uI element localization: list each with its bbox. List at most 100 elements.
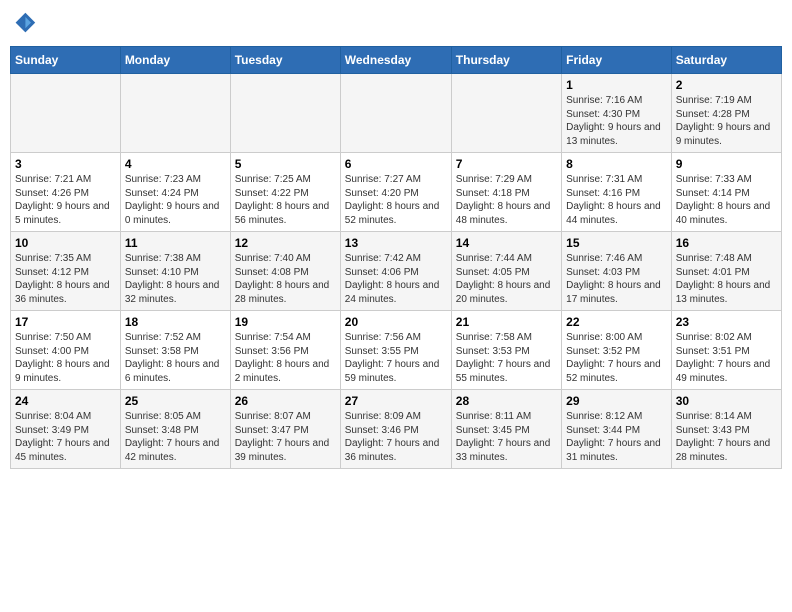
day-number: 18	[125, 315, 226, 329]
day-number: 20	[345, 315, 447, 329]
weekday-header-monday: Monday	[120, 47, 230, 74]
calendar-table: SundayMondayTuesdayWednesdayThursdayFrid…	[10, 46, 782, 469]
day-info: Sunrise: 8:09 AM Sunset: 3:46 PM Dayligh…	[345, 410, 447, 464]
calendar-cell: 30Sunrise: 8:14 AM Sunset: 3:43 PM Dayli…	[671, 390, 781, 469]
calendar-cell: 18 Sunrise: 7:52 AM Sunset: 3:58 PM Dayli…	[120, 311, 230, 390]
calendar-cell: 1 Sunrise: 7:16 AM Sunset: 4:30 PM Daylig…	[562, 74, 672, 153]
day-number: 3	[15, 157, 116, 171]
logo	[10, 10, 42, 38]
calendar-cell: 29 Sunrise: 8:12 AM Sunset: 3:44 PM Dayli…	[562, 390, 672, 469]
week-row-3: 10 Sunrise: 7:35 AM Sunset: 4:12 PM Dayli…	[11, 232, 782, 311]
day-info: Sunrise: 7:16 AM Sunset: 4:30 PM Dayligh…	[566, 94, 667, 148]
day-number: 14	[456, 236, 557, 250]
day-number: 13	[345, 236, 447, 250]
day-number: 28	[456, 394, 557, 408]
day-number: 7	[456, 157, 557, 171]
week-row-2: 3 Sunrise: 7:21 AM Sunset: 4:26 PM Daylig…	[11, 153, 782, 232]
day-number: 4	[125, 157, 226, 171]
day-info: Sunrise: 7:21 AM Sunset: 4:26 PM Dayligh…	[15, 173, 116, 227]
day-number: 5	[235, 157, 336, 171]
calendar-cell	[11, 74, 121, 153]
calendar-cell: 2 Sunrise: 7:19 AM Sunset: 4:28 PM Daylig…	[671, 74, 781, 153]
day-number: 27	[345, 394, 447, 408]
day-number: 22	[566, 315, 667, 329]
calendar-cell: 4Sunrise: 7:23 AM Sunset: 4:24 PM Daylig…	[120, 153, 230, 232]
weekday-header-sunday: Sunday	[11, 47, 121, 74]
day-number: 21	[456, 315, 557, 329]
day-number: 19	[235, 315, 336, 329]
day-info: Sunrise: 8:12 AM Sunset: 3:44 PM Dayligh…	[566, 410, 667, 464]
day-number: 12	[235, 236, 336, 250]
calendar-cell: 26 Sunrise: 8:07 AM Sunset: 3:47 PM Dayli…	[230, 390, 340, 469]
day-info: Sunrise: 8:00 AM Sunset: 3:52 PM Dayligh…	[566, 331, 667, 385]
day-number: 6	[345, 157, 447, 171]
calendar-cell: 14 Sunrise: 7:44 AM Sunset: 4:05 PM Dayli…	[451, 232, 561, 311]
day-info: Sunrise: 7:29 AM Sunset: 4:18 PM Dayligh…	[456, 173, 557, 227]
calendar-cell: 25 Sunrise: 8:05 AM Sunset: 3:48 PM Dayli…	[120, 390, 230, 469]
day-info: Sunrise: 8:07 AM Sunset: 3:47 PM Dayligh…	[235, 410, 336, 464]
day-number: 26	[235, 394, 336, 408]
day-info: Sunrise: 7:42 AM Sunset: 4:06 PM Dayligh…	[345, 252, 447, 306]
page-header	[10, 10, 782, 38]
day-number: 11	[125, 236, 226, 250]
calendar-cell: 8 Sunrise: 7:31 AM Sunset: 4:16 PM Daylig…	[562, 153, 672, 232]
weekday-header-thursday: Thursday	[451, 47, 561, 74]
calendar-cell: 19 Sunrise: 7:54 AM Sunset: 3:56 PM Dayli…	[230, 311, 340, 390]
day-info: Sunrise: 7:48 AM Sunset: 4:01 PM Dayligh…	[676, 252, 777, 306]
day-info: Sunrise: 7:46 AM Sunset: 4:03 PM Dayligh…	[566, 252, 667, 306]
calendar-cell: 28 Sunrise: 8:11 AM Sunset: 3:45 PM Dayli…	[451, 390, 561, 469]
day-info: Sunrise: 7:19 AM Sunset: 4:28 PM Dayligh…	[676, 94, 777, 148]
calendar-cell: 22 Sunrise: 8:00 AM Sunset: 3:52 PM Dayli…	[562, 311, 672, 390]
week-row-4: 17 Sunrise: 7:50 AM Sunset: 4:00 PM Dayli…	[11, 311, 782, 390]
calendar-cell: 20Sunrise: 7:56 AM Sunset: 3:55 PM Dayli…	[340, 311, 451, 390]
calendar-cell: 24Sunrise: 8:04 AM Sunset: 3:49 PM Dayli…	[11, 390, 121, 469]
day-info: Sunrise: 7:25 AM Sunset: 4:22 PM Dayligh…	[235, 173, 336, 227]
weekday-header-saturday: Saturday	[671, 47, 781, 74]
week-row-1: 1 Sunrise: 7:16 AM Sunset: 4:30 PM Daylig…	[11, 74, 782, 153]
calendar-cell: 3 Sunrise: 7:21 AM Sunset: 4:26 PM Daylig…	[11, 153, 121, 232]
calendar-cell: 15 Sunrise: 7:46 AM Sunset: 4:03 PM Dayli…	[562, 232, 672, 311]
day-info: Sunrise: 7:40 AM Sunset: 4:08 PM Dayligh…	[235, 252, 336, 306]
day-info: Sunrise: 8:11 AM Sunset: 3:45 PM Dayligh…	[456, 410, 557, 464]
day-number: 9	[676, 157, 777, 171]
weekday-header-row: SundayMondayTuesdayWednesdayThursdayFrid…	[11, 47, 782, 74]
calendar-cell: 9Sunrise: 7:33 AM Sunset: 4:14 PM Daylig…	[671, 153, 781, 232]
day-number: 10	[15, 236, 116, 250]
calendar-cell: 11 Sunrise: 7:38 AM Sunset: 4:10 PM Dayli…	[120, 232, 230, 311]
day-number: 29	[566, 394, 667, 408]
weekday-header-wednesday: Wednesday	[340, 47, 451, 74]
calendar-cell: 13 Sunrise: 7:42 AM Sunset: 4:06 PM Dayli…	[340, 232, 451, 311]
day-number: 25	[125, 394, 226, 408]
day-info: Sunrise: 7:35 AM Sunset: 4:12 PM Dayligh…	[15, 252, 116, 306]
calendar-cell: 23Sunrise: 8:02 AM Sunset: 3:51 PM Dayli…	[671, 311, 781, 390]
weekday-header-friday: Friday	[562, 47, 672, 74]
calendar-cell: 10 Sunrise: 7:35 AM Sunset: 4:12 PM Dayli…	[11, 232, 121, 311]
calendar-cell	[340, 74, 451, 153]
day-info: Sunrise: 7:58 AM Sunset: 3:53 PM Dayligh…	[456, 331, 557, 385]
day-number: 17	[15, 315, 116, 329]
day-info: Sunrise: 7:50 AM Sunset: 4:00 PM Dayligh…	[15, 331, 116, 385]
calendar-cell: 5 Sunrise: 7:25 AM Sunset: 4:22 PM Daylig…	[230, 153, 340, 232]
day-info: Sunrise: 7:52 AM Sunset: 3:58 PM Dayligh…	[125, 331, 226, 385]
day-info: Sunrise: 8:14 AM Sunset: 3:43 PM Dayligh…	[676, 410, 777, 464]
day-info: Sunrise: 8:05 AM Sunset: 3:48 PM Dayligh…	[125, 410, 226, 464]
logo-icon	[10, 10, 38, 38]
day-info: Sunrise: 7:38 AM Sunset: 4:10 PM Dayligh…	[125, 252, 226, 306]
day-info: Sunrise: 7:44 AM Sunset: 4:05 PM Dayligh…	[456, 252, 557, 306]
day-number: 8	[566, 157, 667, 171]
calendar-cell: 17 Sunrise: 7:50 AM Sunset: 4:00 PM Dayli…	[11, 311, 121, 390]
calendar-cell: 16Sunrise: 7:48 AM Sunset: 4:01 PM Dayli…	[671, 232, 781, 311]
day-number: 2	[676, 78, 777, 92]
calendar-cell: 21 Sunrise: 7:58 AM Sunset: 3:53 PM Dayli…	[451, 311, 561, 390]
day-number: 1	[566, 78, 667, 92]
calendar-cell	[230, 74, 340, 153]
calendar-cell: 7 Sunrise: 7:29 AM Sunset: 4:18 PM Daylig…	[451, 153, 561, 232]
day-info: Sunrise: 7:54 AM Sunset: 3:56 PM Dayligh…	[235, 331, 336, 385]
day-info: Sunrise: 7:31 AM Sunset: 4:16 PM Dayligh…	[566, 173, 667, 227]
calendar-cell	[451, 74, 561, 153]
day-number: 15	[566, 236, 667, 250]
calendar-cell: 6 Sunrise: 7:27 AM Sunset: 4:20 PM Daylig…	[340, 153, 451, 232]
day-info: Sunrise: 8:04 AM Sunset: 3:49 PM Dayligh…	[15, 410, 116, 464]
calendar-cell: 12 Sunrise: 7:40 AM Sunset: 4:08 PM Dayli…	[230, 232, 340, 311]
day-info: Sunrise: 7:27 AM Sunset: 4:20 PM Dayligh…	[345, 173, 447, 227]
